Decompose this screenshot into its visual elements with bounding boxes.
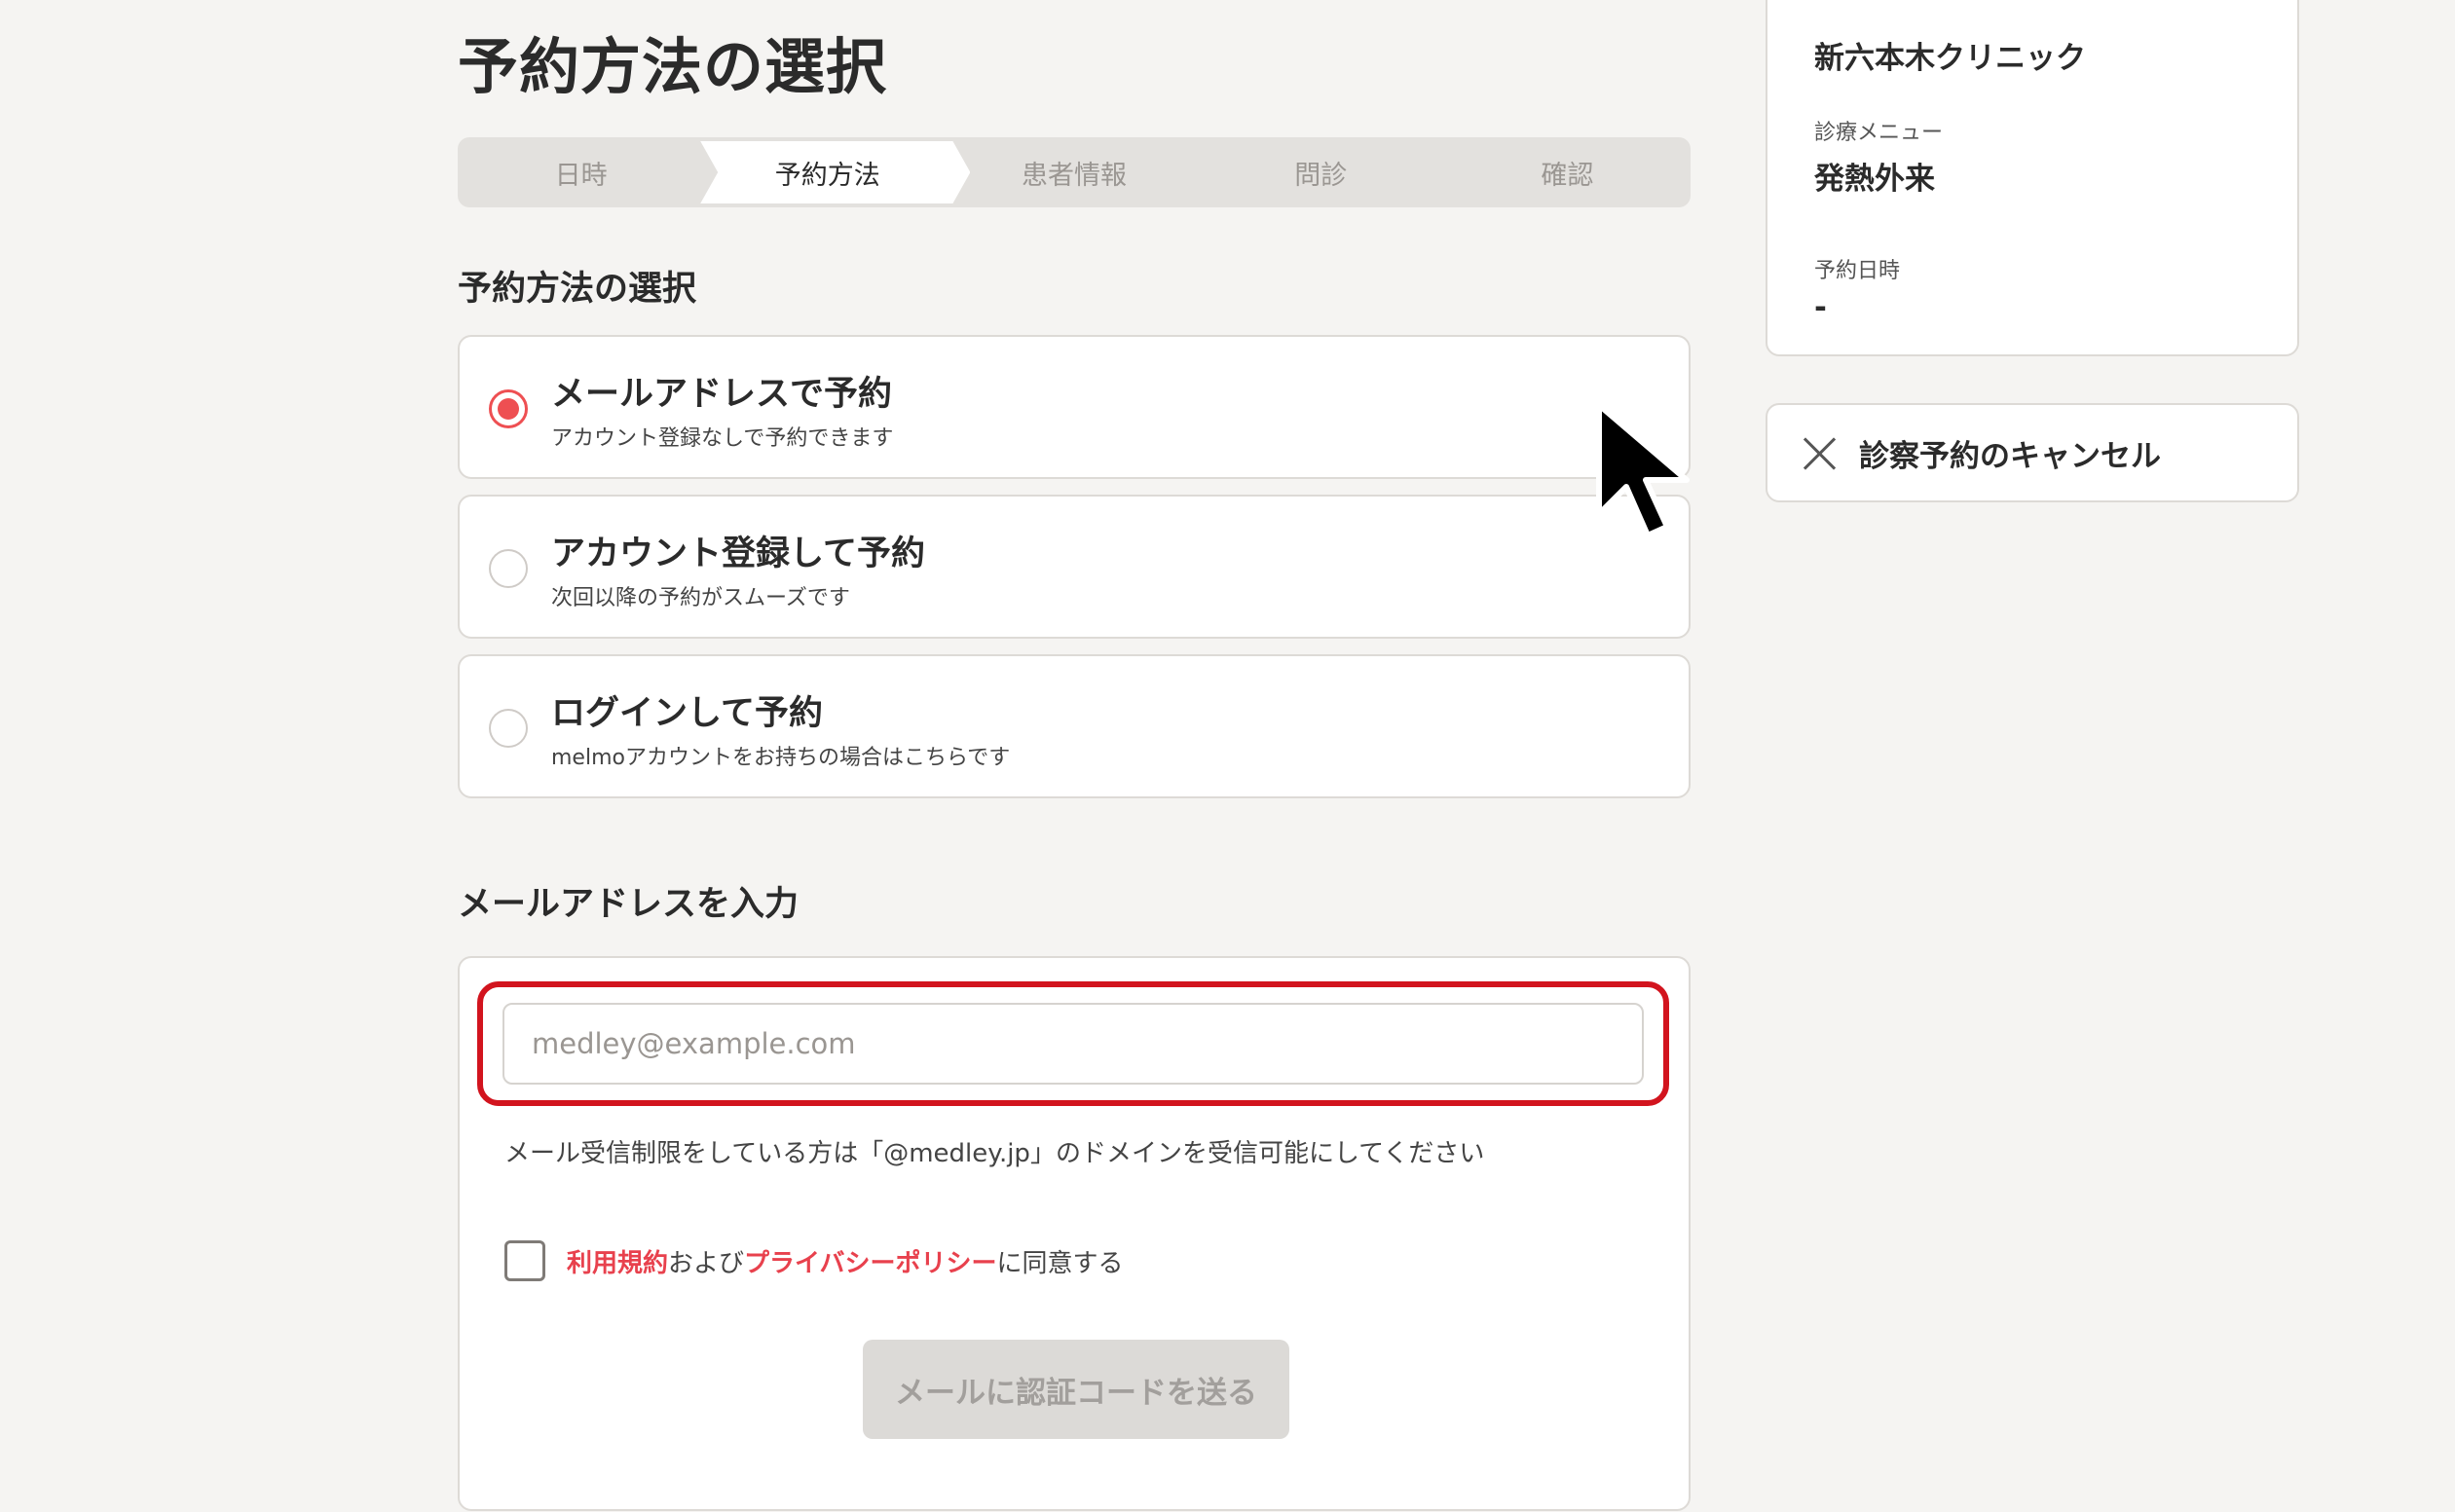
- option-email[interactable]: メールアドレスで予約 アカウント登録なしで予約できます: [458, 335, 1691, 479]
- email-domain-note: メール受信制限をしている方は「@medley.jp」のドメインを受信可能にしてく…: [504, 1139, 1485, 1168]
- reservation-summary: 新六本木クリニック 診療メニュー 発熱外来 予約日時 -: [1766, 0, 2299, 356]
- cancel-label: 診察予約のキャンセル: [1859, 438, 2161, 474]
- email-input[interactable]: [502, 1003, 1644, 1085]
- datetime-label: 予約日時: [1814, 259, 1901, 283]
- privacy-policy-link[interactable]: プライバシーポリシー: [744, 1249, 996, 1278]
- agree-text: 利用規約およびプライバシーポリシーに同意する: [567, 1248, 1124, 1278]
- email-panel: メール受信制限をしている方は「@medley.jp」のドメインを受信可能にしてく…: [458, 956, 1691, 1511]
- option-subtitle: アカウント登録なしで予約できます: [551, 426, 894, 451]
- option-login[interactable]: ログインして予約 melmoアカウントをお持ちの場合はこちらです: [458, 654, 1691, 798]
- step-datetime: 日時: [554, 160, 608, 191]
- clinic-name: 新六本木クリニック: [1814, 41, 2086, 76]
- email-section-title: メールアドレスを入力: [458, 885, 800, 924]
- option-title: ログインして予約: [551, 694, 823, 733]
- option-register-account[interactable]: アカウント登録して予約 次回以降の予約がスムーズです: [458, 495, 1691, 639]
- step-confirm: 確認: [1541, 160, 1594, 191]
- step-patient-info: 患者情報: [1022, 160, 1127, 191]
- option-subtitle: melmoアカウントをお持ちの場合はこちらです: [551, 746, 1011, 770]
- step-questionnaire: 問診: [1294, 160, 1348, 191]
- mouse-cursor-icon: [1596, 402, 1690, 538]
- radio-email[interactable]: [489, 389, 528, 428]
- step-indicator: 日時 予約方法 患者情報 問診 確認: [458, 137, 1691, 207]
- agree-row: 利用規約およびプライバシーポリシーに同意する: [504, 1240, 1124, 1281]
- menu-label: 診療メニュー: [1814, 121, 1944, 145]
- option-title: メールアドレスで予約: [551, 375, 893, 414]
- method-section-title: 予約方法の選択: [458, 270, 697, 309]
- send-code-button[interactable]: メールに認証コードを送る: [863, 1340, 1289, 1439]
- step-method: 予約方法: [704, 137, 950, 207]
- page-title: 予約方法の選択: [458, 31, 888, 102]
- menu-value: 発熱外来: [1814, 162, 1935, 197]
- agree-checkbox[interactable]: [504, 1240, 545, 1281]
- reservation-page: 予約方法の選択 日時 予約方法 患者情報 問診 確認 予約方法の選択 メールアド…: [0, 0, 2455, 1512]
- close-icon: [1803, 436, 1836, 469]
- radio-login[interactable]: [489, 709, 528, 748]
- datetime-value: -: [1814, 290, 1827, 325]
- terms-link[interactable]: 利用規約: [567, 1249, 668, 1278]
- option-title: アカウント登録して予約: [551, 535, 925, 573]
- cancel-reservation-button[interactable]: 診察予約のキャンセル: [1766, 403, 2299, 502]
- radio-register-account[interactable]: [489, 549, 528, 588]
- option-subtitle: 次回以降の予約がスムーズです: [551, 586, 850, 610]
